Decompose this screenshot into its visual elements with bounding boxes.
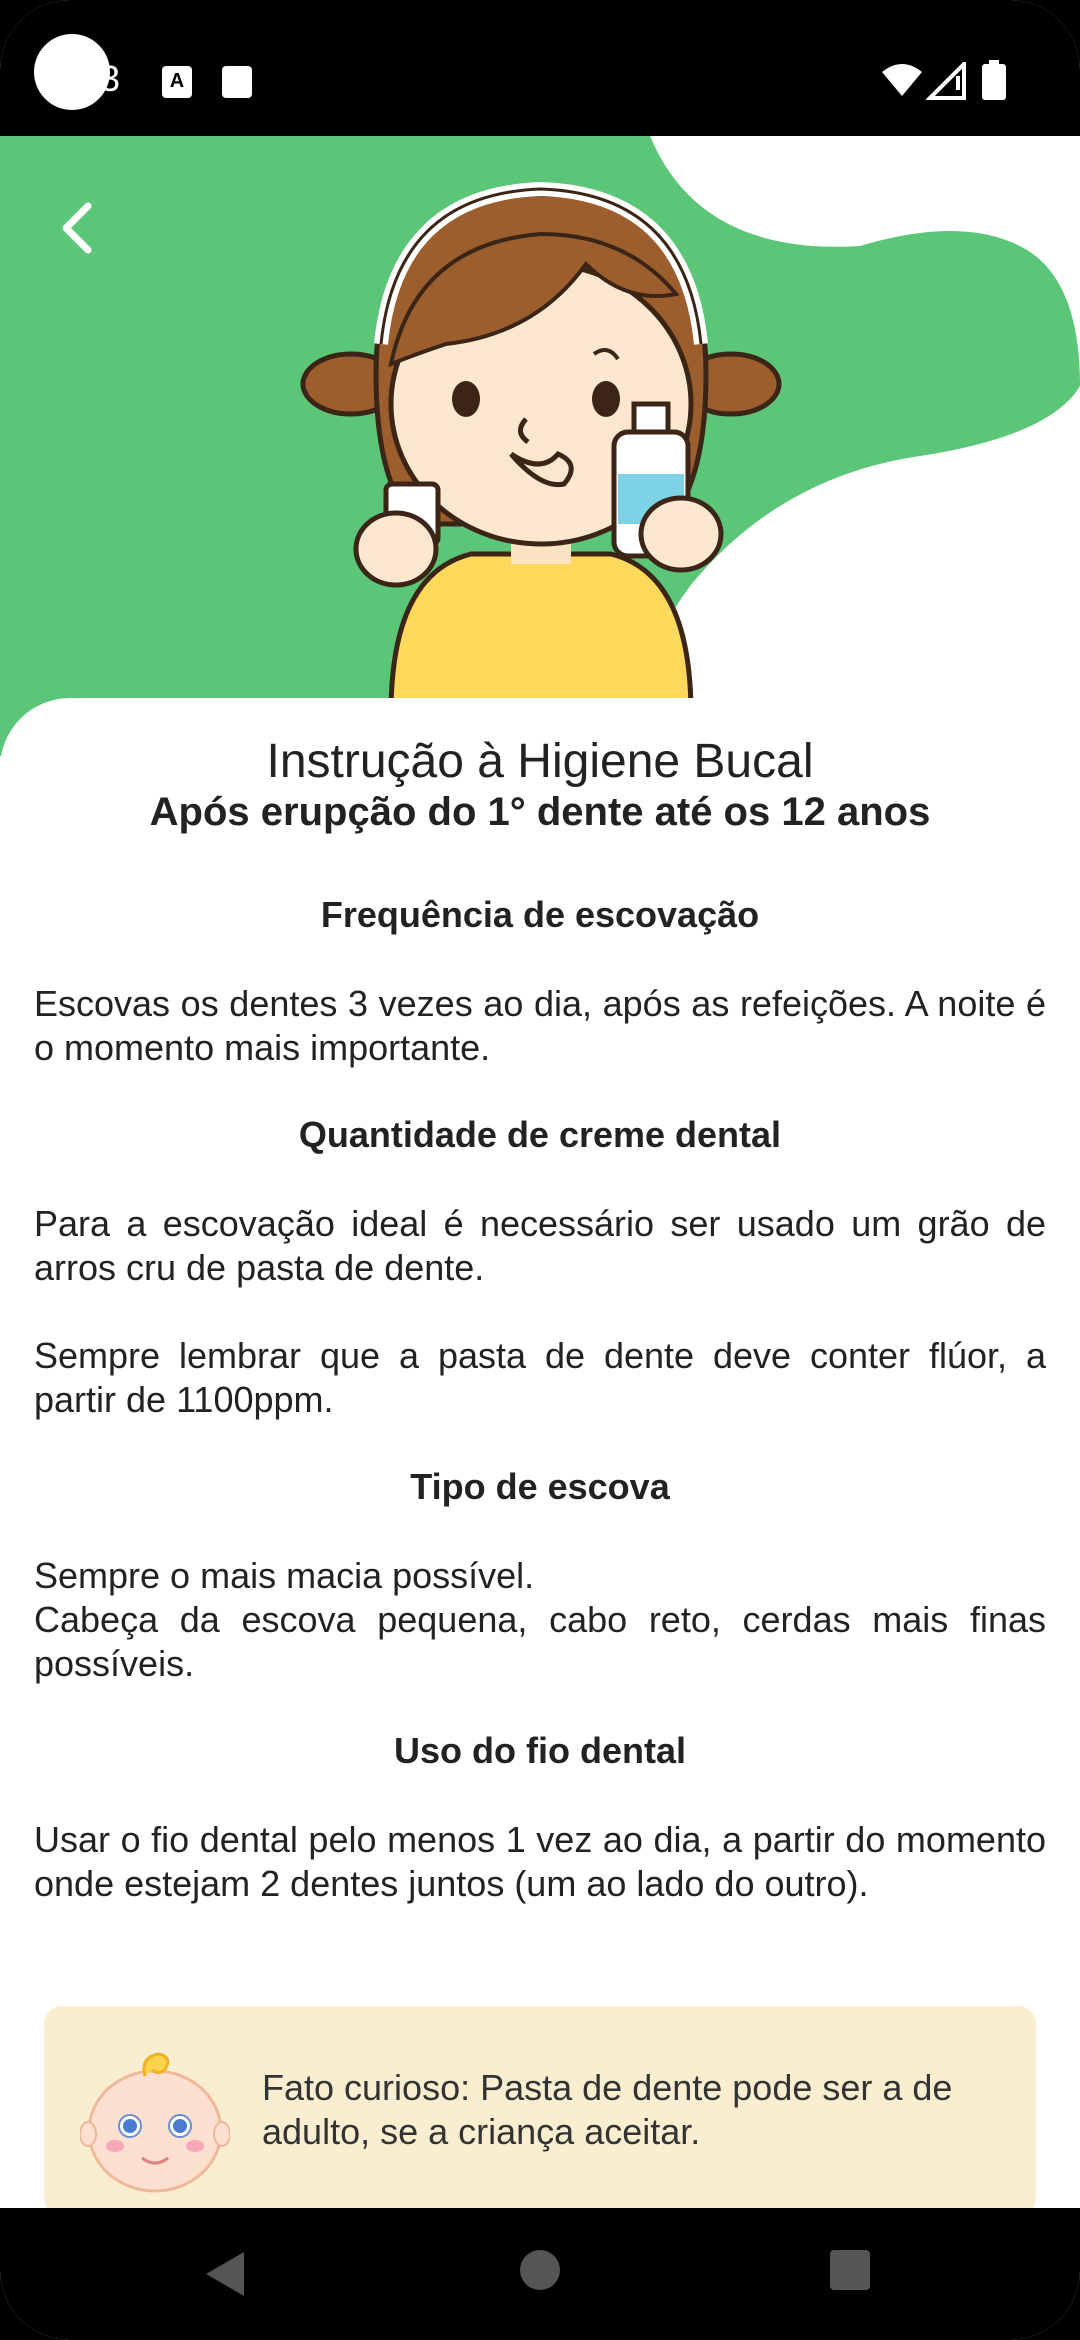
nav-home-icon[interactable] — [518, 2248, 562, 2292]
paragraph-brush-head: Cabeça da escova pequena, cabo reto, cer… — [34, 1599, 1046, 1684]
header-banner — [0, 136, 1080, 756]
baby-face-icon — [80, 2052, 230, 2193]
signal-icon — [926, 62, 966, 100]
page-title: Instrução à Higiene Bucal — [266, 735, 814, 788]
status-bar: 3 A — [0, 0, 1080, 136]
paragraph-brush-soft: Sempre o mais macia possível. — [34, 1555, 535, 1596]
section-heading-brush-type: Tipo de escova — [410, 1466, 670, 1507]
nav-back-icon[interactable] — [200, 2248, 248, 2300]
battery-icon — [982, 60, 1006, 100]
navigation-bar — [0, 2208, 1080, 2340]
page-subtitle: Após erupção do 1° dente até os 12 anos — [149, 790, 931, 834]
notification-a-icon: A — [162, 66, 192, 98]
paragraph-frequency: Escovas os dentes 3 vezes ao dia, após a… — [34, 983, 1046, 1068]
fun-fact-box: Fato curioso: Pasta de dente pode ser a … — [44, 2006, 1036, 2216]
app-screen: 3 A Instrução à Higiene Bucal Após erupç… — [0, 0, 1080, 2340]
paragraph-floss: Usar o fio dental pelo menos 1 vez ao di… — [34, 1819, 1046, 1904]
girl-mouthwash-illustration — [300, 181, 782, 714]
sd-card-icon — [222, 66, 252, 98]
section-heading-toothpaste-amount: Quantidade de creme dental — [298, 1114, 782, 1155]
content-card: Instrução à Higiene Bucal Após erupção d… — [0, 698, 1080, 2216]
section-heading-frequency: Frequência de escovação — [320, 894, 760, 935]
paragraph-toothpaste-amount: Para a escovação ideal é necessário ser … — [34, 1203, 1046, 1288]
fun-fact-text: Fato curioso: Pasta de dente pode ser a … — [262, 2067, 953, 2152]
camera-cutout — [34, 34, 110, 110]
section-heading-floss: Uso do fio dental — [394, 1730, 686, 1771]
back-arrow-icon[interactable] — [48, 196, 112, 260]
nav-recents-icon[interactable] — [828, 2248, 872, 2292]
status-time: 3 — [100, 58, 121, 99]
paragraph-fluoride: Sempre lembrar que a pasta de dente deve… — [34, 1335, 1046, 1420]
wifi-icon — [882, 64, 922, 96]
